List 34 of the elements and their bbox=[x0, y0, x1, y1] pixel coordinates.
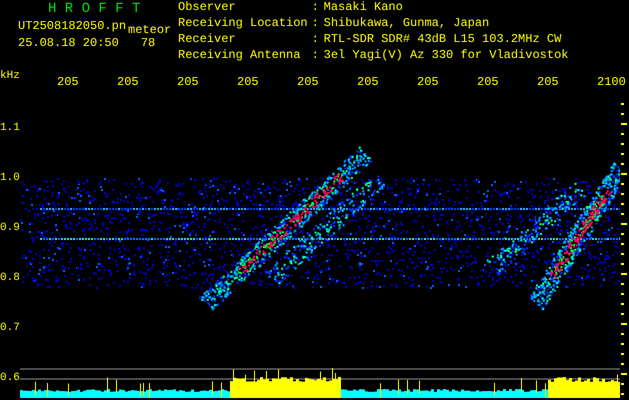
info-value: 3el Yagi(V) Az 330 for Vladivostok bbox=[324, 50, 568, 64]
info-label: Receiving Antenna bbox=[178, 50, 302, 64]
colon-separator: : bbox=[312, 2, 320, 16]
colon-separator: : bbox=[312, 34, 320, 48]
info-label: Receiving Location bbox=[178, 18, 308, 32]
frequency-axis-label: 0.9 bbox=[0, 221, 20, 236]
time-axis-label: 205 bbox=[357, 75, 380, 89]
frequency-axis-label: 1.1 bbox=[0, 121, 20, 136]
time-axis-label: 205 bbox=[117, 75, 140, 89]
count-value: 78 bbox=[140, 37, 156, 50]
info-label: Receiver bbox=[178, 34, 237, 48]
app-title: H R O F F T bbox=[47, 2, 140, 16]
file-name: UT2508182050.pn bbox=[18, 20, 126, 33]
frequency-axis-label: 0.6 bbox=[0, 371, 20, 386]
mode-label: meteor bbox=[128, 24, 172, 37]
time-axis-label: 2100 bbox=[597, 75, 627, 89]
info-value: RTL-SDR SDR# 43dB L15 103.2MHz CW bbox=[324, 34, 562, 48]
time-axis-label: 205 bbox=[177, 75, 200, 89]
time-axis-label: 205 bbox=[57, 75, 80, 89]
info-value: Shibukawa, Gunma, Japan bbox=[324, 18, 490, 32]
time-axis-label: 205 bbox=[297, 75, 320, 89]
axis-unit: kHz bbox=[0, 70, 20, 82]
frequency-axis-label: 0.8 bbox=[0, 271, 20, 286]
timestamp: 25.08.18 20:50 bbox=[18, 37, 119, 50]
colon-separator: : bbox=[312, 50, 320, 64]
time-axis-label: 205 bbox=[237, 75, 260, 89]
info-value: Masaki Kano bbox=[324, 2, 404, 16]
frequency-axis-label: 1.0 bbox=[0, 171, 20, 186]
time-axis-label: 205 bbox=[537, 75, 560, 89]
colon-separator: : bbox=[312, 18, 320, 32]
info-label: Observer bbox=[178, 2, 237, 16]
time-axis-label: 205 bbox=[417, 75, 440, 89]
frequency-axis-label: 0.7 bbox=[0, 321, 20, 336]
time-axis-label: 205 bbox=[477, 75, 500, 89]
